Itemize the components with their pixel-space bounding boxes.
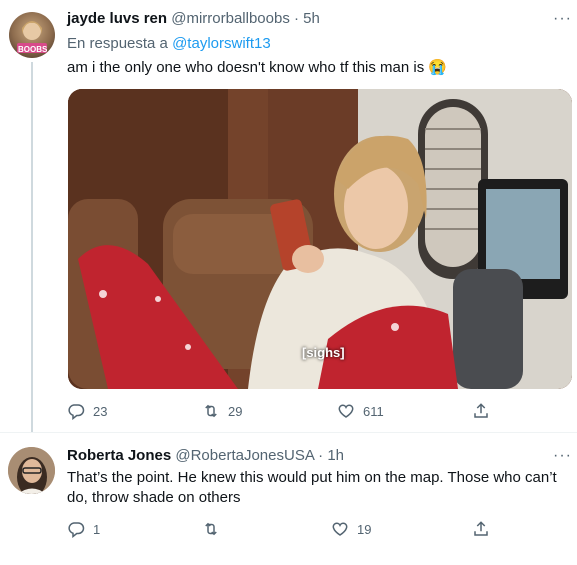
reply-count: 23	[93, 403, 108, 419]
reply-icon	[68, 404, 85, 420]
tweet-media[interactable]: [sighs]	[68, 89, 572, 389]
retweet-button[interactable]	[202, 520, 228, 538]
reply-icon	[68, 522, 85, 538]
more-icon[interactable]: ···	[553, 10, 572, 28]
like-icon	[332, 522, 348, 536]
tweet-text-line-2: do, throw shade on others	[67, 489, 241, 506]
divider	[0, 432, 577, 433]
retweet-icon	[205, 522, 217, 536]
avatar[interactable]	[8, 447, 55, 494]
avatar-image	[8, 447, 55, 494]
avatar[interactable]: BOOBS	[9, 12, 55, 58]
reply-button[interactable]: 23	[67, 402, 107, 420]
tweet-text-line-1: That’s the point. He knew this would put…	[67, 469, 557, 486]
retweet-count: 29	[228, 403, 243, 419]
like-button[interactable]: 19	[331, 520, 371, 538]
tweet-text: am i the only one who doesn't know who t…	[67, 59, 448, 76]
share-button[interactable]	[472, 520, 490, 538]
author-name[interactable]: Roberta Jones	[67, 447, 171, 464]
retweet-button[interactable]: 29	[202, 402, 242, 420]
reply-count: 1	[93, 521, 101, 537]
retweet-icon	[205, 404, 217, 418]
reply-button[interactable]: 1	[67, 520, 100, 538]
author-handle-time[interactable]: @RobertaJonesUSA · 1h	[175, 447, 344, 464]
share-button[interactable]	[472, 402, 490, 420]
media-caption: [sighs]	[302, 345, 345, 360]
thread-line	[31, 62, 33, 432]
like-button[interactable]: 611	[337, 402, 384, 420]
like-count: 19	[357, 521, 372, 537]
share-icon	[474, 403, 488, 418]
author-name[interactable]: jayde luvs ren	[67, 10, 167, 27]
reply-to-label: En respuesta a	[67, 35, 168, 52]
like-count: 611	[363, 403, 384, 419]
reply-to-handle[interactable]: @taylorswift13	[172, 35, 271, 52]
like-icon	[338, 404, 354, 418]
media-image	[68, 89, 572, 389]
share-icon	[474, 521, 488, 536]
avatar-label: BOOBS	[18, 45, 48, 54]
more-icon[interactable]: ···	[553, 447, 572, 465]
author-handle-time[interactable]: @mirrorballboobs · 5h	[171, 10, 320, 27]
